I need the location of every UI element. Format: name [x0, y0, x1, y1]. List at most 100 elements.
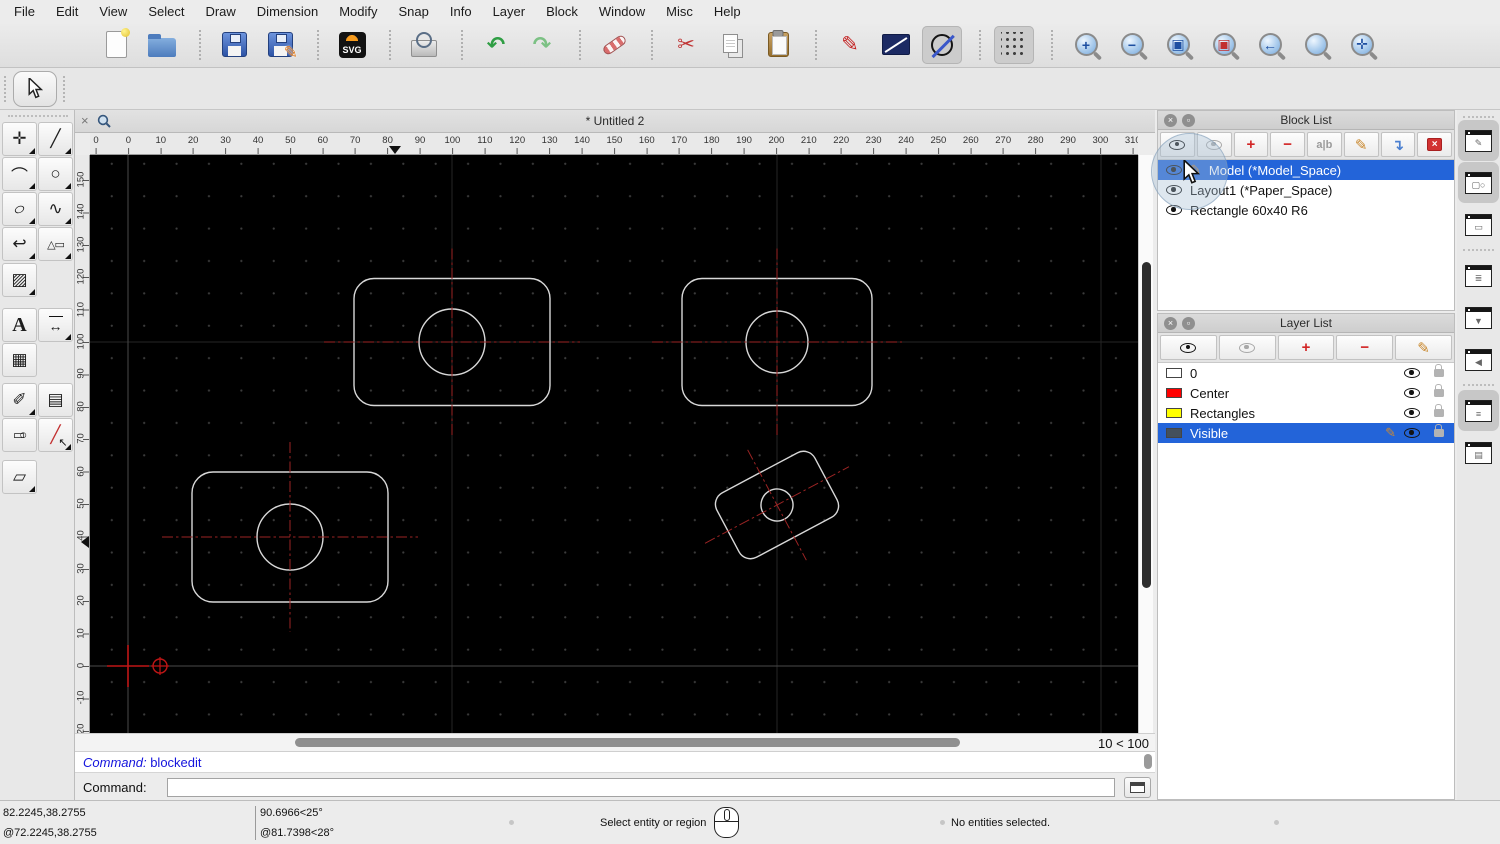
- menu-draw[interactable]: Draw: [205, 4, 235, 19]
- circle-tool-button[interactable]: ○: [38, 157, 73, 191]
- menu-layer[interactable]: Layer: [493, 4, 526, 19]
- menu-help[interactable]: Help: [714, 4, 741, 19]
- command-history-panel-toggle[interactable]: ≡: [1458, 390, 1499, 431]
- draw-pen-button[interactable]: ✎: [830, 26, 870, 64]
- property-editor-panel-toggle[interactable]: ≣: [1458, 255, 1499, 296]
- line-tool-button[interactable]: ╱: [38, 122, 73, 156]
- horizontal-scrollbar-thumb[interactable]: [295, 738, 960, 747]
- cut-button[interactable]: ✂: [666, 26, 706, 64]
- remove-block-button[interactable]: −: [1270, 132, 1305, 157]
- selection-filter-panel-toggle[interactable]: ▼: [1458, 297, 1499, 338]
- text-tool-button[interactable]: A: [2, 308, 37, 342]
- redo-button[interactable]: ↷: [522, 26, 562, 64]
- library-browser-panel-toggle[interactable]: ▭: [1458, 204, 1499, 245]
- zoom-in-button[interactable]: +: [1066, 26, 1106, 64]
- spline-tool-button[interactable]: ∿: [38, 192, 73, 226]
- remove-layer-button[interactable]: −: [1336, 335, 1394, 360]
- add-block-button[interactable]: +: [1233, 132, 1269, 157]
- shape-tool-button[interactable]: △▭: [38, 227, 73, 261]
- layer-lock-icon[interactable]: [1434, 404, 1444, 417]
- copy-button[interactable]: [712, 26, 752, 64]
- layer-row[interactable]: Visible ✎: [1158, 423, 1454, 443]
- command-input[interactable]: [167, 778, 1115, 797]
- close-panel-icon[interactable]: ×: [1164, 317, 1177, 330]
- layer-row[interactable]: 0: [1158, 363, 1454, 383]
- zoom-previous-button[interactable]: ←: [1250, 26, 1290, 64]
- hide-layer-button[interactable]: [1218, 335, 1276, 360]
- image-tool-button[interactable]: ▦: [2, 343, 37, 377]
- menu-edit[interactable]: Edit: [56, 4, 78, 19]
- float-panel-icon[interactable]: ▫: [1182, 317, 1195, 330]
- save-button[interactable]: [214, 26, 254, 64]
- grid-toggle-button[interactable]: [994, 25, 1034, 64]
- layer-visibility-eye-icon[interactable]: [1404, 408, 1420, 418]
- purge-block-button[interactable]: ×: [1417, 132, 1452, 157]
- menu-snap[interactable]: Snap: [399, 4, 429, 19]
- float-panel-icon[interactable]: ▫: [1182, 114, 1195, 127]
- layer-lock-icon[interactable]: [1434, 364, 1444, 377]
- history-scrollbar-thumb[interactable]: [1144, 754, 1152, 769]
- close-panel-icon[interactable]: ×: [1164, 114, 1177, 127]
- new-file-button[interactable]: [96, 26, 136, 64]
- hatch-tool-button[interactable]: ▨: [2, 263, 37, 297]
- open-file-button[interactable]: [142, 26, 182, 64]
- undo-button[interactable]: ↶: [476, 26, 516, 64]
- svg-export-button[interactable]: SVG: [332, 26, 372, 64]
- layer-row[interactable]: Rectangles: [1158, 403, 1454, 423]
- eraser-button[interactable]: [594, 26, 634, 64]
- flyout-indicator: [65, 334, 71, 340]
- ellipse-tool-button[interactable]: ○: [2, 192, 37, 226]
- horizontal-scrollbar[interactable]: 10 < 100: [75, 733, 1155, 751]
- rename-block-button[interactable]: a|b: [1307, 132, 1342, 157]
- edit-block-button[interactable]: ✎: [1343, 132, 1379, 157]
- layer-visibility-eye-icon[interactable]: [1404, 388, 1420, 398]
- menu-modify[interactable]: Modify: [339, 4, 377, 19]
- drawing-canvas[interactable]: [90, 155, 1138, 733]
- layer-lock-icon[interactable]: [1434, 384, 1444, 397]
- clipboard-panel-toggle[interactable]: ▤: [1458, 432, 1499, 473]
- layer-visibility-eye-icon[interactable]: [1404, 368, 1420, 378]
- show-layer-button[interactable]: [1160, 335, 1217, 360]
- dimension-tool-button[interactable]: ↔: [38, 308, 73, 342]
- command-window-button[interactable]: [1124, 777, 1151, 798]
- menu-misc[interactable]: Misc: [666, 4, 693, 19]
- menu-select[interactable]: Select: [148, 4, 184, 19]
- insert-block-button[interactable]: ↴: [1380, 132, 1416, 157]
- entity-select-tool-button[interactable]: ╱: [38, 418, 73, 452]
- menu-view[interactable]: View: [99, 4, 127, 19]
- vertical-scrollbar-thumb[interactable]: [1142, 262, 1151, 588]
- zoom-window-button[interactable]: [1296, 26, 1336, 64]
- menu-block[interactable]: Block: [546, 4, 578, 19]
- arc-tool-button[interactable]: ⌒: [2, 157, 37, 191]
- zoom-out-button[interactable]: −: [1112, 26, 1152, 64]
- line-tool-button[interactable]: [876, 26, 916, 64]
- selection-tool-button[interactable]: [13, 71, 57, 107]
- measure-tool-button[interactable]: ▤: [38, 383, 73, 417]
- menu-window[interactable]: Window: [599, 4, 645, 19]
- v-ruler-label: 70: [75, 433, 87, 444]
- save-as-button[interactable]: ✎: [260, 26, 300, 64]
- vertical-scrollbar[interactable]: [1138, 155, 1153, 733]
- divide-tool-button[interactable]: ▭○: [2, 418, 37, 452]
- paste-button[interactable]: [758, 26, 798, 64]
- points-tool-button[interactable]: ✛: [2, 122, 37, 156]
- add-layer-button[interactable]: +: [1277, 335, 1335, 360]
- zoom-selection-button[interactable]: ▣: [1204, 26, 1244, 64]
- modify-tool-button[interactable]: ✐: [2, 383, 37, 417]
- zoom-auto-button[interactable]: ▣: [1158, 26, 1198, 64]
- zoom-pan-button[interactable]: ✛: [1342, 26, 1382, 64]
- circle-tool-button[interactable]: [922, 25, 962, 64]
- view-options-panel-toggle[interactable]: ◀: [1458, 339, 1499, 380]
- edit-layer-button[interactable]: ✎: [1395, 335, 1452, 360]
- layer-visibility-eye-icon[interactable]: [1404, 428, 1420, 438]
- menu-file[interactable]: File: [14, 4, 35, 19]
- view-3d-tool-button[interactable]: ▱: [2, 460, 37, 494]
- layer-lock-icon[interactable]: [1434, 424, 1444, 437]
- polyline-tool-button[interactable]: ↩: [2, 227, 37, 261]
- print-preview-button[interactable]: [404, 26, 444, 64]
- block-list-panel-toggle[interactable]: ✎: [1458, 120, 1499, 161]
- menu-dimension[interactable]: Dimension: [257, 4, 318, 19]
- layer-list-panel-toggle[interactable]: ▢○: [1458, 162, 1499, 203]
- layer-row[interactable]: Center: [1158, 383, 1454, 403]
- menu-info[interactable]: Info: [450, 4, 472, 19]
